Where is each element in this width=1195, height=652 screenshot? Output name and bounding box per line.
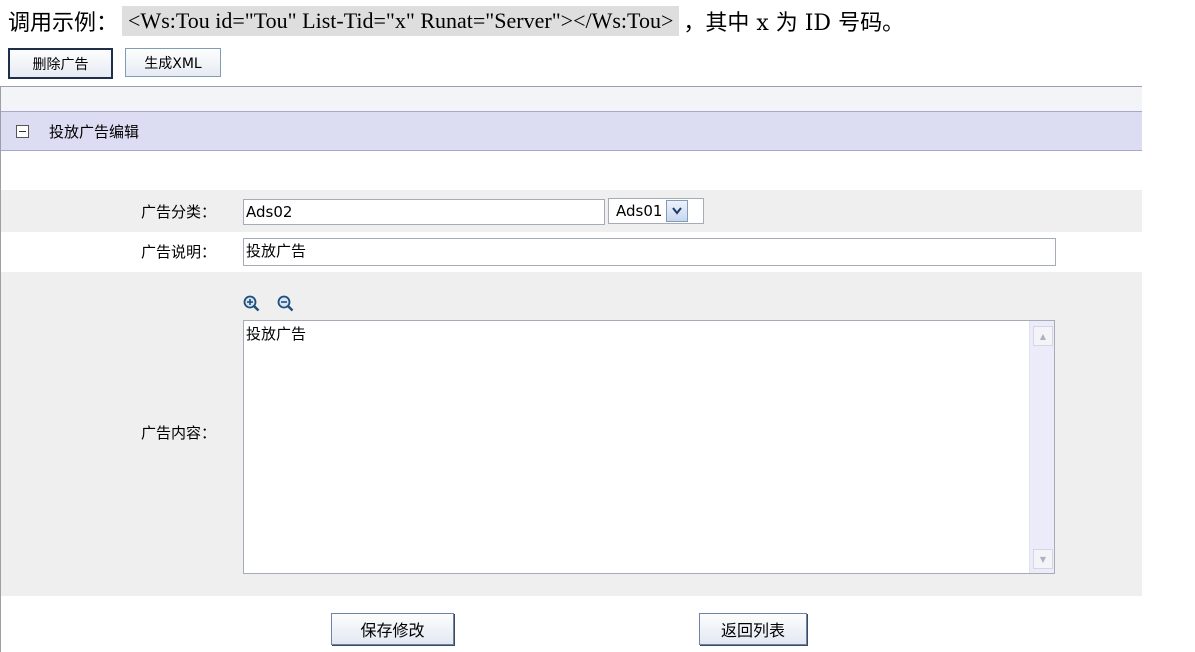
category-input-value: Ads02 [246, 203, 293, 221]
toolbar-spacer [1, 87, 1142, 111]
delete-ad-button[interactable]: 删除广告 [8, 48, 113, 79]
form-row-category: 广告分类： Ads02 Ads01 [1, 190, 1142, 232]
category-input[interactable]: Ads02 [243, 199, 605, 225]
panel-header: 投放广告编辑 [1, 111, 1142, 151]
content-textarea[interactable]: 投放广告 ▲ ▼ [243, 320, 1055, 574]
category-select[interactable]: Ads01 [608, 198, 704, 224]
usage-code: <Ws:Tou id="Tou" List-Tid="x" Runat="Ser… [122, 6, 680, 36]
zoom-out-icon[interactable] [277, 295, 294, 312]
category-select-value: Ads01 [616, 202, 663, 220]
scroll-up-button[interactable]: ▲ [1033, 326, 1053, 346]
category-label: 广告分类： [140, 203, 216, 221]
usage-prefix: 调用示例： [8, 11, 119, 36]
panel-title: 投放广告编辑 [49, 122, 140, 141]
scroll-down-button[interactable]: ▼ [1033, 549, 1053, 569]
usage-example: 调用示例： <Ws:Tou id="Tou" List-Tid="x" Runa… [8, 4, 904, 38]
scrollbar[interactable]: ▲ ▼ [1029, 321, 1054, 573]
content-textarea-value: 投放广告 [246, 325, 307, 343]
zoom-in-icon[interactable] [243, 295, 260, 312]
usage-suffix: ，其中 x 为 ID 号码。 [683, 11, 905, 36]
generate-xml-button[interactable]: 生成XML [125, 48, 221, 77]
description-input[interactable]: 投放广告 [243, 238, 1056, 266]
content-label: 广告内容： [140, 424, 216, 442]
form-row-content: 广告内容： 投放广告 ▲ ▼ [1, 272, 1142, 596]
save-changes-button[interactable]: 保存修改 [331, 613, 454, 645]
collapse-icon[interactable] [16, 124, 29, 138]
back-to-list-button[interactable]: 返回列表 [699, 613, 807, 645]
description-label: 广告说明： [140, 243, 216, 261]
form-row-description: 广告说明： 投放广告 [1, 232, 1142, 272]
chevron-down-icon[interactable] [666, 200, 689, 222]
description-input-value: 投放广告 [246, 242, 307, 260]
